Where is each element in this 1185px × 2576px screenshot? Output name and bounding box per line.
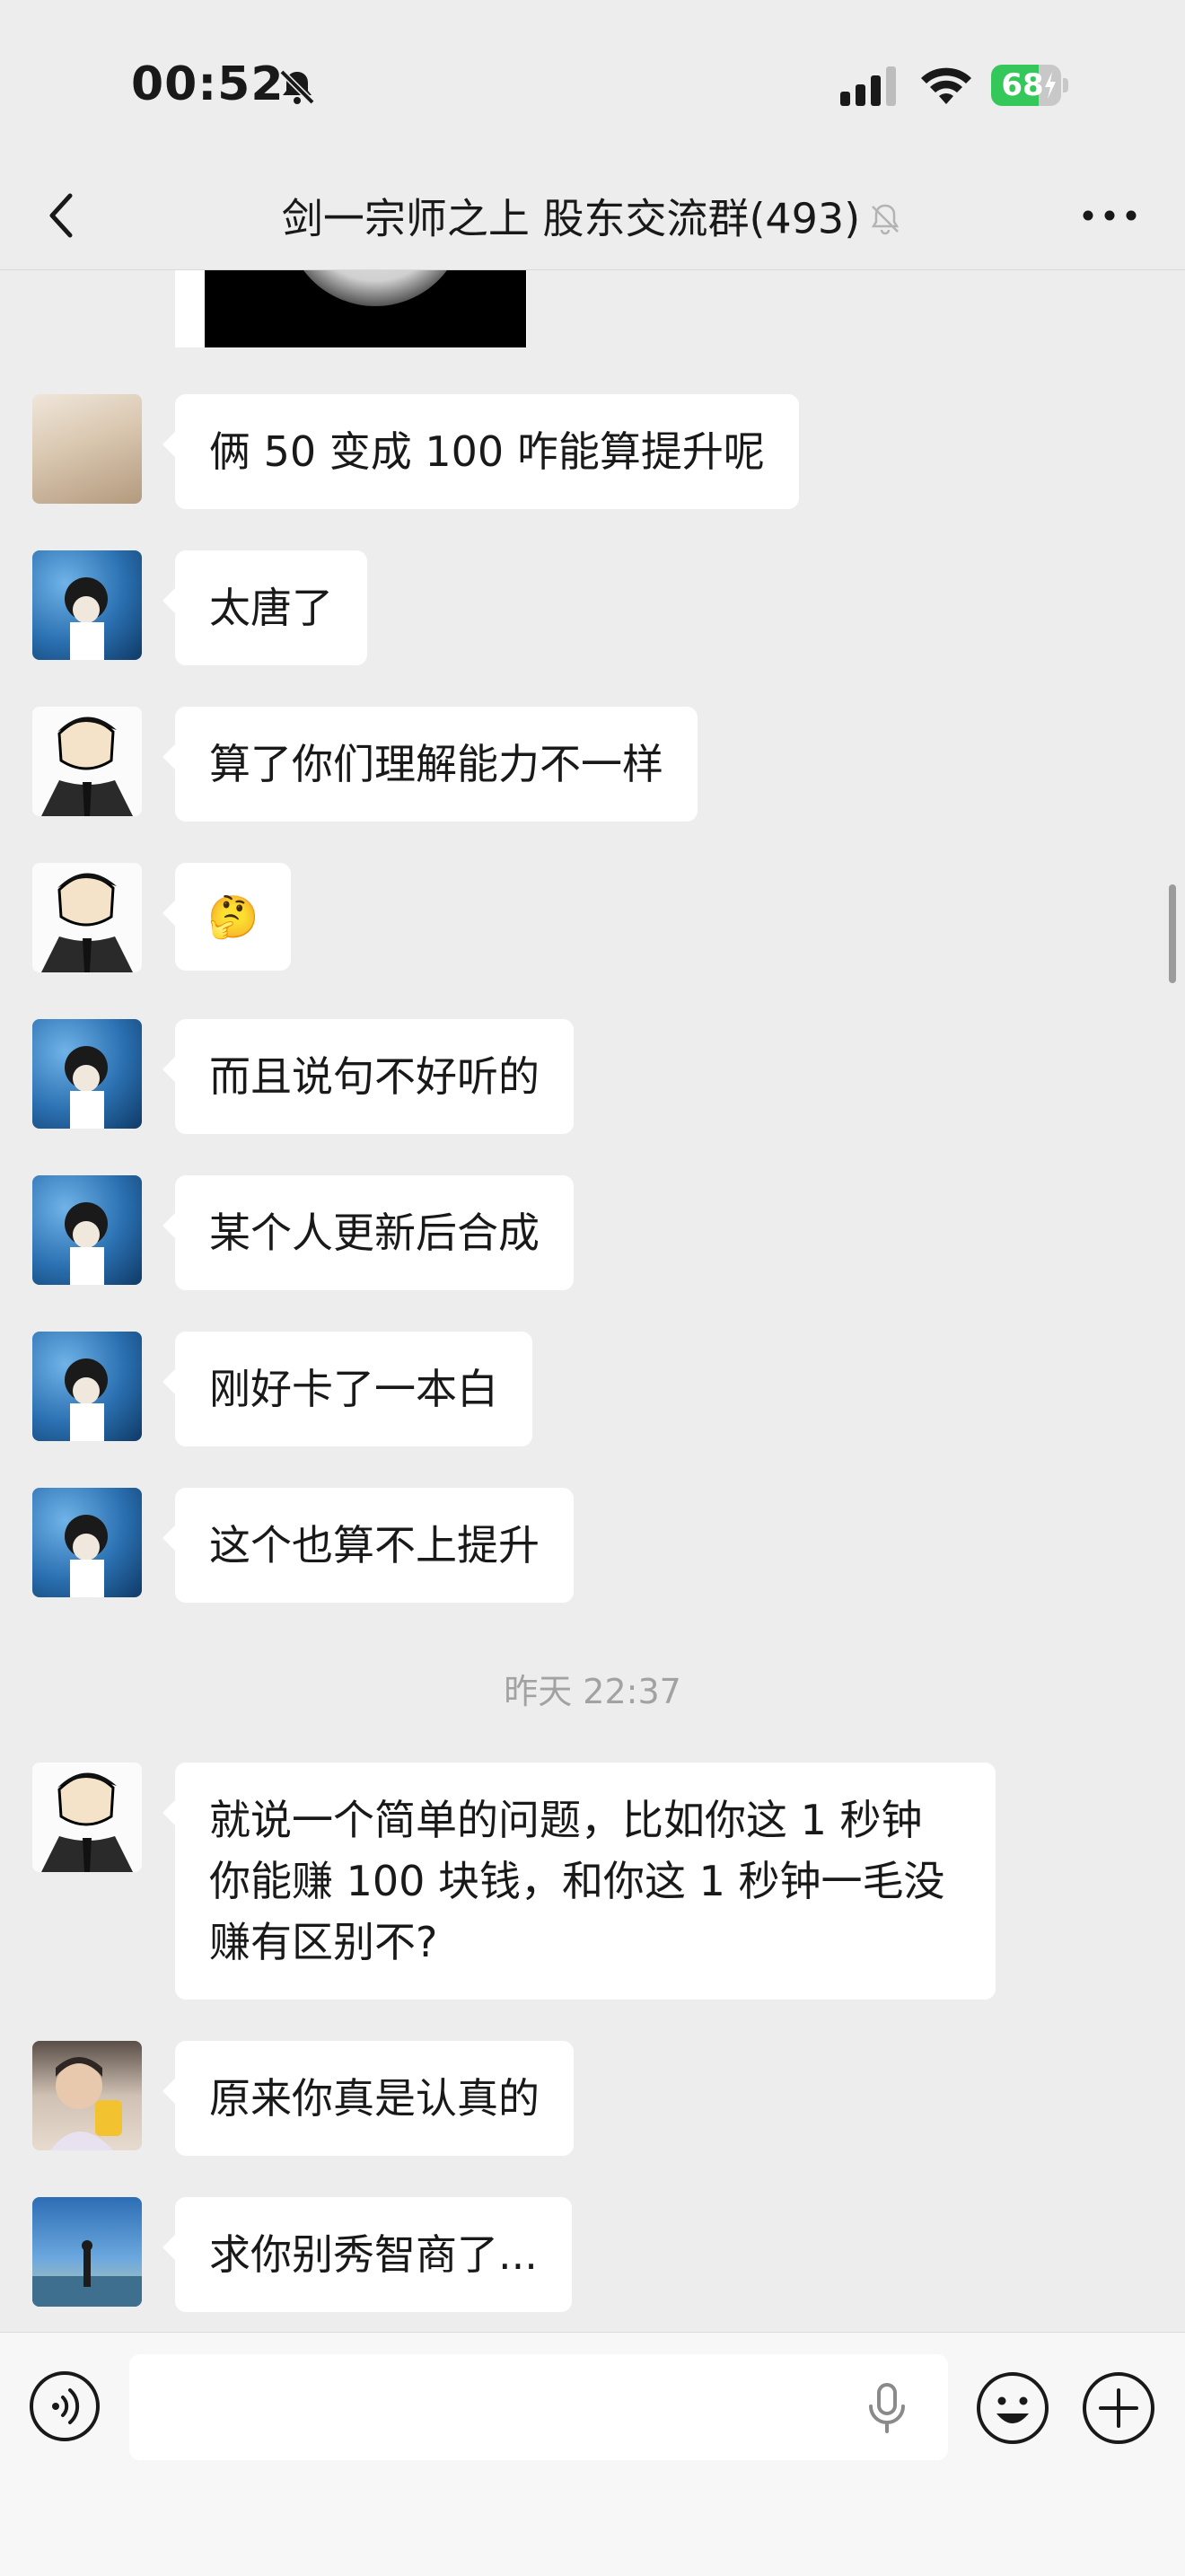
mute-bell-icon bbox=[871, 204, 900, 234]
sticker-content bbox=[205, 270, 526, 347]
cartoon-suit-avatar[interactable] bbox=[32, 1763, 142, 1872]
message-bubble[interactable]: 俩 50 变成 100 咋能算提升呢 bbox=[162, 394, 799, 509]
cell-signal-icon bbox=[840, 66, 896, 106]
message-bubble[interactable]: 太唐了 bbox=[162, 550, 367, 665]
aquarium-avatar-art bbox=[65, 1046, 108, 1129]
plus-icon[interactable] bbox=[1081, 2370, 1156, 2446]
message-timestamp: 昨天 22:37 bbox=[504, 1672, 681, 1711]
chat-header: 剑一宗师之上 股东交流群(493) bbox=[0, 162, 1185, 270]
aquarium-avatar[interactable] bbox=[32, 1175, 142, 1285]
more-dots-icon[interactable] bbox=[1074, 187, 1146, 244]
wifi-icon bbox=[921, 67, 971, 104]
aquarium-avatar[interactable] bbox=[32, 1019, 142, 1129]
group-name: 剑一宗师之上 股东交流群(493) bbox=[281, 194, 861, 243]
cartoon-suit-avatar-art bbox=[41, 1772, 133, 1872]
message-bubble[interactable]: 求你别秀智商了... bbox=[162, 2197, 572, 2312]
seaside-avatar[interactable] bbox=[32, 2197, 142, 2307]
charging-bolt-icon bbox=[1045, 72, 1056, 99]
aquarium-avatar-art bbox=[65, 1515, 108, 1597]
message-input[interactable] bbox=[129, 2354, 948, 2460]
chat-input-bar bbox=[0, 2332, 1185, 2576]
emoji-icon[interactable] bbox=[975, 2370, 1050, 2446]
sticker-image[interactable] bbox=[175, 270, 527, 347]
chat-title[interactable]: 剑一宗师之上 股东交流群(493) bbox=[144, 187, 1041, 244]
message-bubble[interactable]: 原来你真是认真的 bbox=[162, 2041, 574, 2156]
back-chevron-icon[interactable] bbox=[36, 187, 93, 244]
cat-photo-avatar[interactable] bbox=[32, 394, 142, 504]
microphone-icon[interactable] bbox=[862, 2381, 912, 2435]
message-bubble[interactable]: 某个人更新后合成 bbox=[162, 1175, 574, 1290]
battery-cap bbox=[1063, 78, 1068, 92]
sticker-face bbox=[285, 270, 465, 306]
aquarium-avatar-art bbox=[65, 1358, 108, 1441]
status-time: 00:52 bbox=[131, 57, 285, 111]
status-bar: 00:52 68 bbox=[0, 0, 1185, 162]
message-bubble[interactable]: 算了你们理解能力不一样 bbox=[162, 707, 698, 822]
scrollbar[interactable] bbox=[1169, 884, 1176, 983]
battery-icon: 68 bbox=[991, 65, 1070, 106]
aquarium-avatar[interactable] bbox=[32, 1488, 142, 1597]
bell-off-icon bbox=[279, 69, 315, 105]
voice-icon[interactable] bbox=[29, 2370, 101, 2442]
message-bubble[interactable]: 刚好卡了一本白 bbox=[162, 1332, 532, 1446]
cartoon-suit-avatar[interactable] bbox=[32, 707, 142, 816]
aquarium-avatar[interactable] bbox=[32, 1332, 142, 1441]
emoji-message-bubble[interactable]: 🤔 bbox=[162, 863, 292, 971]
aquarium-avatar-art bbox=[65, 577, 108, 660]
aquarium-avatar[interactable] bbox=[32, 550, 142, 660]
child-photo-avatar[interactable] bbox=[32, 2041, 142, 2150]
cartoon-suit-avatar[interactable] bbox=[32, 863, 142, 972]
cartoon-suit-avatar-art bbox=[41, 717, 133, 816]
battery-body: 68 bbox=[991, 65, 1061, 106]
cartoon-suit-avatar-art bbox=[41, 873, 133, 972]
message-bubble[interactable]: 就说一个简单的问题，比如你这 1 秒钟你能赚 100 块钱，和你这 1 秒钟一毛… bbox=[162, 1763, 996, 2000]
chat-message-list[interactable]: 俩 50 变成 100 咋能算提升呢 太唐了 算了你们理解能力不一样 🤔 而且说… bbox=[0, 270, 1185, 2332]
child-photo-avatar-art bbox=[50, 2057, 122, 2150]
message-bubble[interactable]: 而且说句不好听的 bbox=[162, 1019, 574, 1134]
message-bubble[interactable]: 这个也算不上提升 bbox=[162, 1488, 574, 1603]
seaside-avatar-art bbox=[32, 2240, 142, 2307]
aquarium-avatar-art bbox=[65, 1202, 108, 1285]
